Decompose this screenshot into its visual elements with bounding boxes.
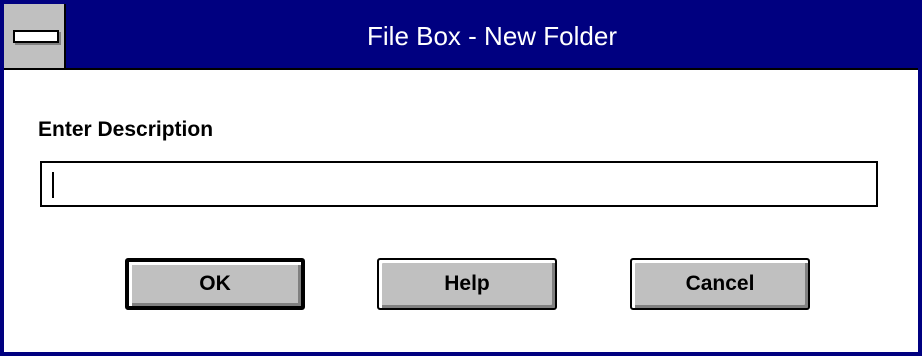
title-bar[interactable]: File Box - New Folder	[4, 4, 918, 70]
system-menu-icon	[13, 30, 59, 43]
ok-button[interactable]: OK	[125, 258, 305, 310]
new-folder-dialog: File Box - New Folder Enter Description …	[0, 0, 922, 356]
help-button[interactable]: Help	[377, 258, 557, 310]
description-input[interactable]	[42, 163, 876, 205]
description-label: Enter Description	[38, 118, 214, 141]
system-menu-button[interactable]	[4, 4, 66, 68]
text-caret	[52, 172, 54, 198]
cancel-button[interactable]: Cancel	[630, 258, 810, 310]
description-field[interactable]	[40, 161, 878, 207]
window-title: File Box - New Folder	[367, 21, 617, 51]
